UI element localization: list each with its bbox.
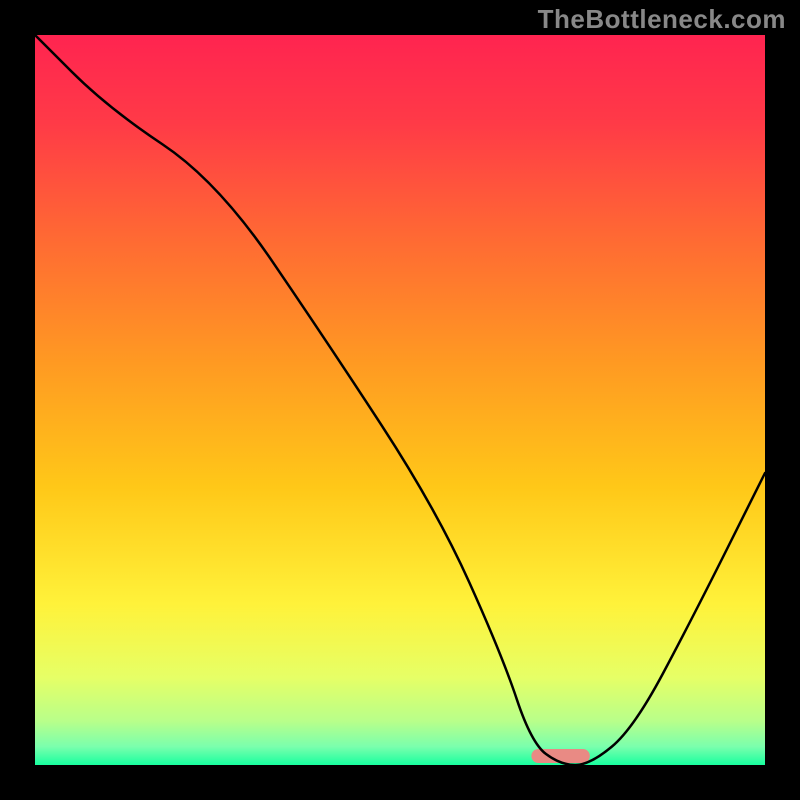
optimal-range-marker <box>531 749 589 763</box>
plot-background <box>35 35 765 765</box>
watermark-text: TheBottleneck.com <box>538 4 786 35</box>
chart-frame: TheBottleneck.com <box>0 0 800 800</box>
bottleneck-chart <box>0 0 800 800</box>
